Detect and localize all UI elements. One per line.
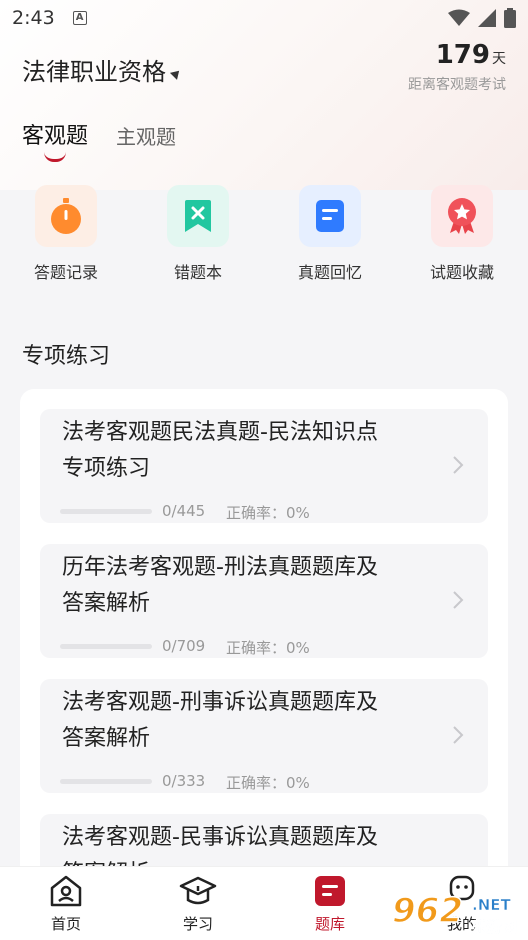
progress-count: 0/445: [162, 502, 206, 520]
card-title: 法考客观题-刑事诉讼真题题库及 答案解析: [62, 690, 378, 751]
nav-label: 首页: [50, 915, 81, 933]
tab-subjective-label: 主观题: [116, 125, 177, 149]
section-title: 专项练习: [22, 344, 111, 369]
practice-card[interactable]: 法考客观题-刑事诉讼真题题库及 答案解析 0/333 正确率：0%: [40, 679, 488, 793]
watermark-number: 962: [392, 891, 463, 931]
countdown-label: 距离客观题考试: [408, 77, 506, 93]
accuracy-rate: 正确率：0%: [226, 639, 310, 657]
tab-objective-label: 客观题: [22, 124, 89, 149]
card-title: 法考客观题民法真题-民法知识点 专项练习: [62, 420, 378, 481]
accuracy-rate: 正确率：0%: [226, 774, 310, 792]
practice-card[interactable]: 法考客观题民法真题-民法知识点 专项练习 0/445 正确率：0%: [40, 409, 488, 523]
progress-bar: [60, 644, 152, 649]
quick-icon-bg: [167, 185, 229, 247]
battery-icon: [504, 8, 516, 28]
accuracy-rate: 正确率：0%: [226, 504, 310, 522]
progress-bar: [60, 779, 152, 784]
watermark-site: 乐游网: [472, 918, 517, 936]
countdown-unit: 天: [492, 51, 506, 67]
notification-a-icon: A: [72, 11, 87, 25]
quick-past-papers[interactable]: 真题回忆: [264, 185, 396, 283]
star-badge-icon: [448, 198, 476, 234]
quick-favorites[interactable]: 试题收藏: [396, 185, 528, 283]
chevron-right-icon: [453, 456, 464, 474]
nav-label: 学习: [182, 915, 213, 933]
quick-label: 真题回忆: [297, 263, 362, 282]
card-title: 历年法考客观题-刑法真题题库及 答案解析: [62, 555, 378, 616]
watermark-domain: .NET: [472, 896, 511, 914]
status-time: 2:43: [12, 7, 55, 29]
quick-label: 答题记录: [33, 263, 98, 282]
exam-selector[interactable]: 法律职业资格: [22, 52, 183, 87]
nav-question-bank[interactable]: 题库: [264, 867, 396, 940]
chevron-right-icon: [453, 726, 464, 744]
practice-card[interactable]: 历年法考客观题-刑法真题题库及 答案解析 0/709 正确率：0%: [40, 544, 488, 658]
home-icon: [50, 875, 82, 907]
practice-list: 法考客观题民法真题-民法知识点 专项练习 0/445 正确率：0% 历年法考客观…: [20, 389, 508, 909]
quick-icon-bg: [431, 185, 493, 247]
exam-title: 法律职业资格: [22, 58, 166, 86]
progress-count: 0/333: [162, 772, 206, 790]
quick-actions: 答题记录 错题本 真题回忆 试题收藏: [0, 185, 528, 283]
countdown: 179 天 距离客观题考试: [408, 40, 506, 94]
tab-objective[interactable]: 客观题: [22, 118, 89, 162]
quick-answer-record[interactable]: 答题记录: [0, 185, 132, 283]
graduation-cap-icon: [179, 876, 217, 905]
nav-home[interactable]: 首页: [0, 867, 132, 940]
quick-icon-bg: [35, 185, 97, 247]
progress-bar: [60, 509, 152, 514]
nav-study[interactable]: 学习: [132, 867, 264, 940]
progress-count: 0/709: [162, 637, 206, 655]
tab-subjective[interactable]: 主观题: [116, 121, 176, 160]
stopwatch-icon: [51, 198, 81, 234]
question-type-tabs: 客观题 主观题: [22, 118, 176, 162]
chevron-right-icon: [453, 591, 464, 609]
quick-label: 错题本: [173, 263, 222, 282]
quick-label: 试题收藏: [429, 263, 494, 282]
countdown-days: 179: [435, 40, 490, 70]
watermark-logo: 962 .NET 乐游网: [391, 890, 517, 936]
nav-label: 题库: [314, 915, 345, 933]
document-icon: [316, 200, 344, 232]
status-bar: 2:43 A: [0, 0, 528, 36]
dropdown-caret-icon: [169, 66, 183, 80]
bookmark-x-icon: [185, 200, 211, 232]
quick-wrong-book[interactable]: 错题本: [132, 185, 264, 283]
question-bank-icon: [315, 876, 345, 906]
header: 法律职业资格 179 天 距离客观题考试: [0, 40, 528, 110]
signal-icon: [478, 9, 496, 27]
quick-icon-bg: [299, 185, 361, 247]
wifi-icon: [448, 9, 470, 26]
